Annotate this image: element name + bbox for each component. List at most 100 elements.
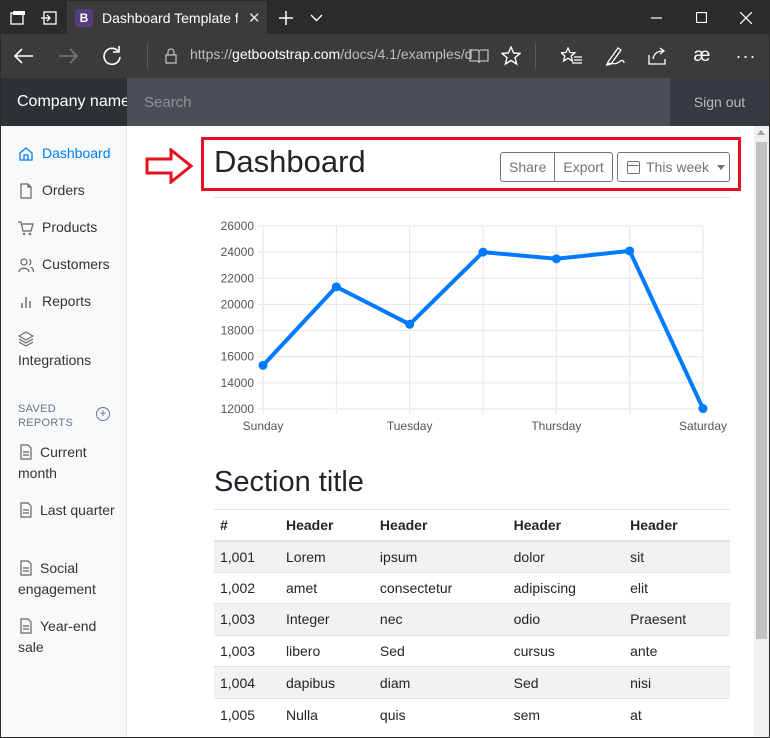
table-cell: dolor [507,540,625,573]
sidebar-item-products[interactable]: Products [18,219,97,236]
sidebar-item-reports[interactable]: Reports [18,293,91,310]
forward-icon[interactable] [53,34,83,78]
table-header: # [214,509,280,542]
sidebar-item-label: Products [42,219,98,235]
close-tab-icon[interactable]: ✕ [248,9,261,27]
set-aside-tabs-icon[interactable] [37,1,61,34]
search-input[interactable]: Search [127,78,670,126]
table-cell: 1,003 [214,634,280,667]
sidebar-item-customers[interactable]: Customers [18,256,110,273]
add-report-icon[interactable]: + [96,407,110,421]
table-cell: quis [373,697,508,731]
pen-icon[interactable] [602,34,628,78]
x-tick-label: Tuesday [387,419,433,433]
chart-point [331,282,341,292]
table-cell: at [624,697,730,731]
saved-item-social-engagement[interactable]: Social engagement [18,558,118,600]
table-cell: amet [280,571,374,604]
saved-item-label: Last quarter [40,502,115,518]
saved-item-current-month[interactable]: Current month [18,442,118,484]
maximize-icon[interactable] [678,1,724,34]
y-tick-label: 18000 [221,324,255,338]
share-export-group: Share Export [500,152,613,182]
table-cell: ipsum [373,540,508,573]
lock-icon [161,34,181,78]
back-icon[interactable] [9,34,39,78]
url-text[interactable]: https://getbootstrap.com/docs/4.1/exampl… [190,46,473,62]
y-tick-label: 16000 [221,350,255,364]
close-window-icon[interactable] [723,1,769,34]
data-table: # Header Header Header Header 1,001 Lorem… [214,509,730,731]
table-cell: consectetur [373,571,508,604]
tabs-icon[interactable] [7,1,29,34]
scroll-up-icon[interactable] [757,130,765,135]
table-cell: Nulla [280,697,374,731]
address-bar: https://getbootstrap.com/docs/4.1/exampl… [1,34,769,78]
chart-point [258,360,268,370]
new-tab-icon[interactable] [275,1,297,34]
chart-point [625,246,635,256]
tab-list-chevron-icon[interactable] [305,1,327,34]
caret-down-icon [717,164,726,170]
layers-icon [18,331,34,347]
sign-out-link[interactable]: Sign out [670,78,769,126]
saved-reports-heading: SAVED REPORTS [18,403,74,429]
table-row: 1,003 libero Sed cursus ante [214,634,730,667]
bar-chart-icon [21,297,31,308]
users-icon [18,258,34,273]
sidebar-item-integrations[interactable]: Integrations [18,329,118,371]
share-icon[interactable] [645,34,671,78]
refresh-icon[interactable] [97,34,127,78]
saved-item-last-quarter[interactable]: Last quarter [18,500,118,521]
sidebar-item-label: Dashboard [42,145,111,161]
table-cell: sem [507,697,625,731]
y-tick-label: 12000 [221,402,255,416]
tab-bar: B Dashboard Template for ✕ [1,1,769,34]
ae-extension-icon[interactable]: æ [689,34,715,78]
separator [147,44,148,68]
table-cell: 1,002 [214,571,280,604]
tab-title: Dashboard Template for [102,9,238,26]
table-cell: Sed [507,666,625,699]
y-tick-label: 20000 [221,297,255,311]
page-scrollbar[interactable] [754,126,769,737]
saved-item-year-end-sale[interactable]: Year-end sale [18,616,118,658]
url-host: getbootstrap.com [232,46,341,62]
sidebar-item-orders[interactable]: Orders [18,182,85,199]
table-header: Header [373,509,508,542]
table-cell: nisi [624,666,730,699]
table-row: 1,001 Lorem ipsum dolor sit [214,540,730,573]
scrollbar-thumb[interactable] [756,142,767,639]
reading-view-icon[interactable] [467,34,491,78]
y-tick-label: 24000 [221,245,255,259]
share-button[interactable]: Share [501,153,554,181]
table-row: 1,003 Integer nec odio Praesent [214,603,730,636]
file-icon [20,183,32,199]
table-cell: Praesent [624,603,730,636]
page-title: Dashboard [214,144,366,179]
favorites-hub-icon[interactable] [558,34,586,78]
top-navbar: Company name Search Sign out [1,78,769,126]
red-arrow-icon [145,148,193,184]
active-tab[interactable]: B Dashboard Template for ✕ [67,1,267,34]
table-cell: cursus [507,634,625,667]
period-label: This week [646,159,710,175]
export-button[interactable]: Export [554,153,611,181]
minimize-icon[interactable] [633,1,679,34]
table-row: 1,002 amet consectetur adipiscing elit [214,571,730,604]
chart-point [698,404,708,414]
brand-link[interactable]: Company name [1,78,130,126]
table-cell: 1,004 [214,666,280,699]
period-dropdown[interactable]: This week [617,152,730,182]
favorite-star-icon[interactable] [498,34,524,78]
table-cell: 1,003 [214,603,280,636]
home-icon [19,147,33,161]
sidebar-item-label: Integrations [18,352,92,368]
sidebar-item-label: Customers [42,256,110,272]
more-icon[interactable]: ··· [733,34,759,78]
table-cell: odio [507,603,625,636]
chart-point [551,254,561,264]
sidebar-item-dashboard[interactable]: Dashboard [18,145,111,162]
browser-window: B Dashboard Template for ✕ https://getbo… [0,0,770,738]
table-cell: Lorem [280,540,374,573]
